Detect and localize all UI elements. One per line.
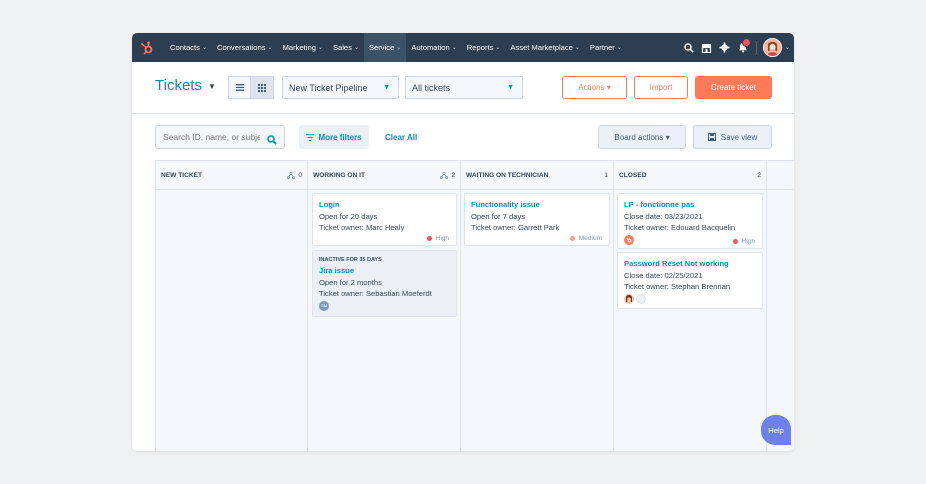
chevron-down-icon: ⌄	[353, 45, 359, 51]
notification-badge	[741, 38, 751, 47]
clear-all-link[interactable]: Clear All	[385, 125, 417, 149]
chevron-down-icon: ⌄	[495, 45, 501, 51]
search-icon[interactable]	[267, 132, 277, 150]
board-view-button[interactable]	[251, 76, 274, 99]
search-input[interactable]	[156, 132, 260, 142]
owner-avatar-placeholder[interactable]	[636, 293, 646, 304]
app-window: Contacts ⌄ Conversations ⌄ Marketing ⌄ Sale…	[132, 33, 794, 451]
column-header: WORKING ON IT 2	[308, 161, 460, 190]
caret-down-icon: ▼	[383, 84, 390, 91]
pipeline-dropdown[interactable]: New Ticket Pipeline ▼	[282, 76, 399, 99]
top-navigation: Contacts ⌄ Conversations ⌄ Marketing ⌄ Sale…	[132, 33, 794, 62]
column-count: 1	[604, 171, 608, 179]
column-count: 2	[757, 171, 761, 179]
ticket-card[interactable]: Functionality issue Open for 7 days Tick…	[464, 193, 610, 246]
nav-conversations[interactable]: Conversations ⌄	[212, 33, 278, 62]
ticket-name[interactable]: Jira issue	[319, 265, 450, 277]
column-header	[767, 161, 794, 190]
save-icon	[707, 133, 716, 141]
chevron-down-icon: ⌄	[201, 45, 207, 51]
ticket-name[interactable]: Password Reset Not working	[624, 258, 756, 270]
board-actions-button[interactable]: Board actions ▾	[598, 125, 686, 149]
user-avatar[interactable]	[762, 38, 782, 57]
nav-marketing[interactable]: Marketing ⌄	[278, 33, 328, 62]
ticket-name[interactable]: LP - fonctionne pas	[624, 199, 756, 211]
chevron-down-icon: ⌄	[616, 45, 622, 51]
chevron-down-icon: ⌄	[574, 45, 580, 51]
nav-reports[interactable]: Reports ⌄	[462, 33, 506, 62]
filter-icon	[306, 133, 315, 141]
view-filter-dropdown[interactable]: All tickets ▼	[405, 76, 523, 99]
nav-sales[interactable]: Sales ⌄	[328, 33, 364, 62]
column-header: NEW TICKET 0	[156, 161, 307, 190]
object-selector[interactable]: Tickets ▼	[155, 77, 216, 94]
save-view-button[interactable]: Save view	[693, 125, 772, 149]
view-toggle	[228, 76, 274, 99]
ticket-name[interactable]: Functionality issue	[471, 199, 603, 211]
column-count: 2	[451, 171, 455, 179]
board-column-waiting-on-technician: WAITING ON TECHNICIAN 1 Functionality is…	[461, 161, 614, 451]
automation-icon[interactable]	[440, 171, 449, 179]
priority-indicator: High	[426, 233, 449, 245]
nav-utilities: ⌄	[680, 33, 794, 62]
ticket-card[interactable]: INACTIVE FOR 35 DAYS Jira issue Open for…	[312, 250, 457, 317]
help-button[interactable]: Help	[761, 415, 791, 445]
ticket-card[interactable]: Password Reset Not working Close date: 0…	[617, 252, 763, 309]
chevron-down-icon: ⌄	[451, 45, 457, 51]
priority-indicator: High	[732, 236, 755, 248]
owner-avatar[interactable]	[624, 293, 634, 304]
list-view-button[interactable]	[228, 76, 251, 99]
nav-service[interactable]: Service ⌄	[363, 33, 407, 62]
notifications-bell-icon[interactable]	[734, 33, 752, 62]
caret-down-icon: ▼	[207, 81, 216, 91]
nav-partner[interactable]: Partner ⌄	[585, 33, 627, 62]
priority-indicator: Medium	[569, 233, 602, 245]
board-column-partial	[767, 161, 794, 451]
hubspot-owner-avatar-icon[interactable]	[624, 234, 634, 245]
page-title: Tickets	[155, 77, 202, 94]
search-box	[155, 125, 285, 149]
actions-button[interactable]: Actions ▾	[562, 76, 627, 99]
board-column-new-ticket: NEW TICKET 0	[156, 161, 308, 451]
chevron-down-icon[interactable]: ⌄	[785, 44, 790, 51]
column-count: 0	[298, 171, 302, 179]
priority-dot-icon	[732, 239, 738, 245]
ticket-board: NEW TICKET 0 WORKING ON IT 2 Login Open …	[155, 160, 794, 451]
board-column-working-on-it: WORKING ON IT 2 Login Open for 20 days T…	[308, 161, 461, 451]
import-button[interactable]: Import	[634, 76, 688, 99]
marketplace-icon[interactable]	[698, 33, 716, 62]
gear-icon[interactable]	[716, 33, 734, 62]
nav-divider	[755, 40, 757, 55]
priority-dot-icon	[426, 236, 432, 242]
column-header: CLOSED 2	[614, 161, 766, 190]
chevron-down-icon: ⌄	[317, 45, 323, 51]
column-header: WAITING ON TECHNICIAN 1	[461, 161, 613, 190]
owner-avatar[interactable]: SM	[319, 300, 329, 311]
ticket-name[interactable]: Login	[319, 199, 450, 211]
page-header: Tickets ▼ New Ticket Pipeline ▼ All tick…	[132, 62, 794, 114]
chevron-down-icon: ⌄	[396, 45, 402, 51]
automation-icon[interactable]	[287, 171, 296, 179]
ticket-card[interactable]: LP - fonctionne pas Close date: 03/23/20…	[617, 193, 763, 249]
nav-automation[interactable]: Automation ⌄	[406, 33, 461, 62]
more-filters-button[interactable]: More filters	[299, 125, 369, 149]
board-column-closed: CLOSED 2 LP - fonctionne pas Close date:…	[614, 161, 767, 451]
create-ticket-button[interactable]: Create ticket	[695, 76, 772, 99]
priority-dot-icon	[569, 236, 575, 242]
ticket-card[interactable]: Login Open for 20 days Ticket owner: Mar…	[312, 193, 457, 246]
inactive-label: INACTIVE FOR 35 DAYS	[319, 257, 382, 263]
chevron-down-icon: ⌄	[267, 45, 273, 51]
nav-contacts[interactable]: Contacts ⌄	[165, 33, 212, 62]
caret-down-icon: ▼	[507, 84, 514, 91]
hubspot-logo-icon[interactable]	[135, 33, 159, 62]
search-icon[interactable]	[680, 33, 698, 62]
main-menu: Contacts ⌄ Conversations ⌄ Marketing ⌄ Sale…	[165, 33, 627, 62]
nav-asset-marketplace[interactable]: Asset Marketplace ⌄	[505, 33, 585, 62]
